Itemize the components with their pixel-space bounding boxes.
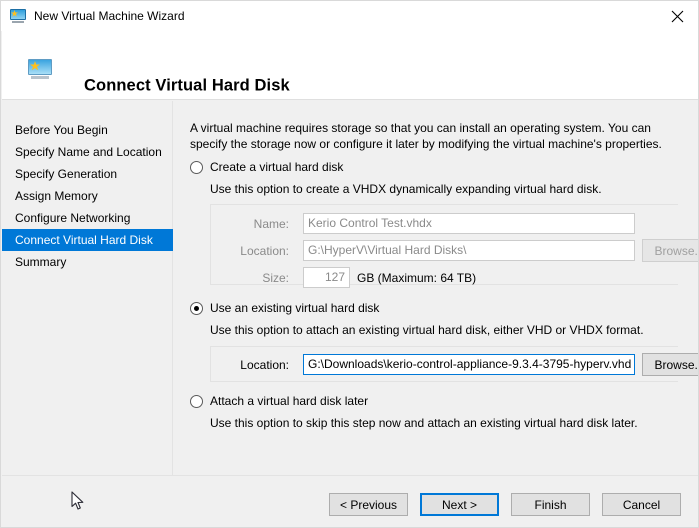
sidebar-item-label: Summary: [15, 255, 67, 269]
radio-use-existing-virtual-hard-disk[interactable]: [190, 302, 203, 315]
close-icon: [671, 10, 683, 22]
option-label: Use an existing virtual hard disk: [210, 301, 380, 315]
close-button[interactable]: [654, 1, 698, 31]
browse-button-existing[interactable]: Browse...: [642, 353, 698, 376]
name-field-row: Name: Kerio Control Test.vhdx: [231, 213, 635, 234]
size-input[interactable]: 127: [303, 267, 350, 288]
next-button[interactable]: Next >: [420, 493, 499, 516]
virtual-machine-icon: [10, 8, 26, 24]
sidebar-item-configure-networking[interactable]: Configure Networking: [2, 207, 172, 229]
sidebar-item-specify-name-and-location[interactable]: Specify Name and Location: [2, 141, 172, 163]
location-field-row: Location: G:\HyperV\Virtual Hard Disks\ …: [231, 239, 698, 262]
wizard-content-panel: A virtual machine requires storage so th…: [174, 101, 698, 475]
sidebar-item-summary[interactable]: Summary: [2, 251, 172, 273]
sidebar-item-before-you-begin[interactable]: Before You Begin: [2, 119, 172, 141]
existing-location-input[interactable]: G:\Downloads\kerio-control-appliance-9.3…: [303, 354, 635, 375]
window-title: New Virtual Machine Wizard: [34, 9, 185, 23]
footer-button-group: < Previous Next > Finish Cancel: [329, 493, 681, 516]
previous-button[interactable]: < Previous: [329, 493, 408, 516]
option-attach-virtual-hard-disk-later[interactable]: Attach a virtual hard disk later Use thi…: [190, 393, 690, 431]
location-label: Location:: [240, 243, 289, 258]
sidebar-item-specify-generation[interactable]: Specify Generation: [2, 163, 172, 185]
wizard-header: Connect Virtual Hard Disk: [2, 31, 698, 100]
sidebar-item-label: Before You Begin: [15, 123, 108, 137]
option-description: Use this option to attach an existing vi…: [210, 323, 644, 337]
option-use-existing-virtual-hard-disk[interactable]: Use an existing virtual hard disk Use th…: [190, 300, 690, 338]
sidebar-item-label: Specify Generation: [15, 167, 118, 181]
sidebar-item-label: Specify Name and Location: [15, 145, 162, 159]
create-disk-fields-group: Name: Kerio Control Test.vhdx Location: …: [210, 204, 698, 288]
option-label: Attach a virtual hard disk later: [210, 394, 369, 408]
option-label: Create a virtual hard disk: [210, 160, 344, 174]
radio-attach-virtual-hard-disk-later[interactable]: [190, 395, 203, 408]
sidebar-item-connect-virtual-hard-disk[interactable]: Connect Virtual Hard Disk: [2, 229, 173, 251]
radio-create-virtual-hard-disk[interactable]: [190, 161, 203, 174]
option-description: Use this option to skip this step now an…: [210, 416, 638, 430]
name-input[interactable]: Kerio Control Test.vhdx: [303, 213, 635, 234]
cancel-button[interactable]: Cancel: [602, 493, 681, 516]
new-virtual-machine-wizard-window: New Virtual Machine Wizard Connect Virtu…: [0, 0, 699, 528]
name-label: Name:: [253, 216, 289, 231]
sidebar-item-label: Assign Memory: [15, 189, 98, 203]
location-input[interactable]: G:\HyperV\Virtual Hard Disks\: [303, 240, 635, 261]
option-description: Use this option to create a VHDX dynamic…: [210, 182, 602, 196]
sidebar-item-assign-memory[interactable]: Assign Memory: [2, 185, 172, 207]
existing-disk-fields-group: Location: G:\Downloads\kerio-control-app…: [210, 346, 698, 382]
virtual-machine-header-icon: [28, 57, 52, 81]
size-maximum-text: GB (Maximum: 64 TB): [357, 270, 477, 285]
size-label: Size:: [262, 270, 289, 285]
existing-location-label: Location:: [240, 357, 289, 372]
browse-button-create[interactable]: Browse...: [642, 239, 698, 262]
intro-text: A virtual machine requires storage so th…: [190, 121, 662, 151]
sidebar-item-label: Configure Networking: [15, 211, 131, 225]
wizard-steps-sidebar: Before You Begin Specify Name and Locati…: [2, 101, 173, 475]
page-title: Connect Virtual Hard Disk: [84, 76, 290, 95]
size-field-row: Size: 127 GB (Maximum: 64 TB): [231, 267, 476, 288]
sidebar-item-label: Connect Virtual Hard Disk: [15, 233, 153, 247]
finish-button[interactable]: Finish: [511, 493, 590, 516]
title-bar: New Virtual Machine Wizard: [1, 1, 698, 31]
wizard-footer: < Previous Next > Finish Cancel: [2, 475, 698, 527]
option-create-virtual-hard-disk[interactable]: Create a virtual hard disk Use this opti…: [190, 159, 690, 197]
existing-location-field-row: Location: G:\Downloads\kerio-control-app…: [231, 353, 698, 376]
